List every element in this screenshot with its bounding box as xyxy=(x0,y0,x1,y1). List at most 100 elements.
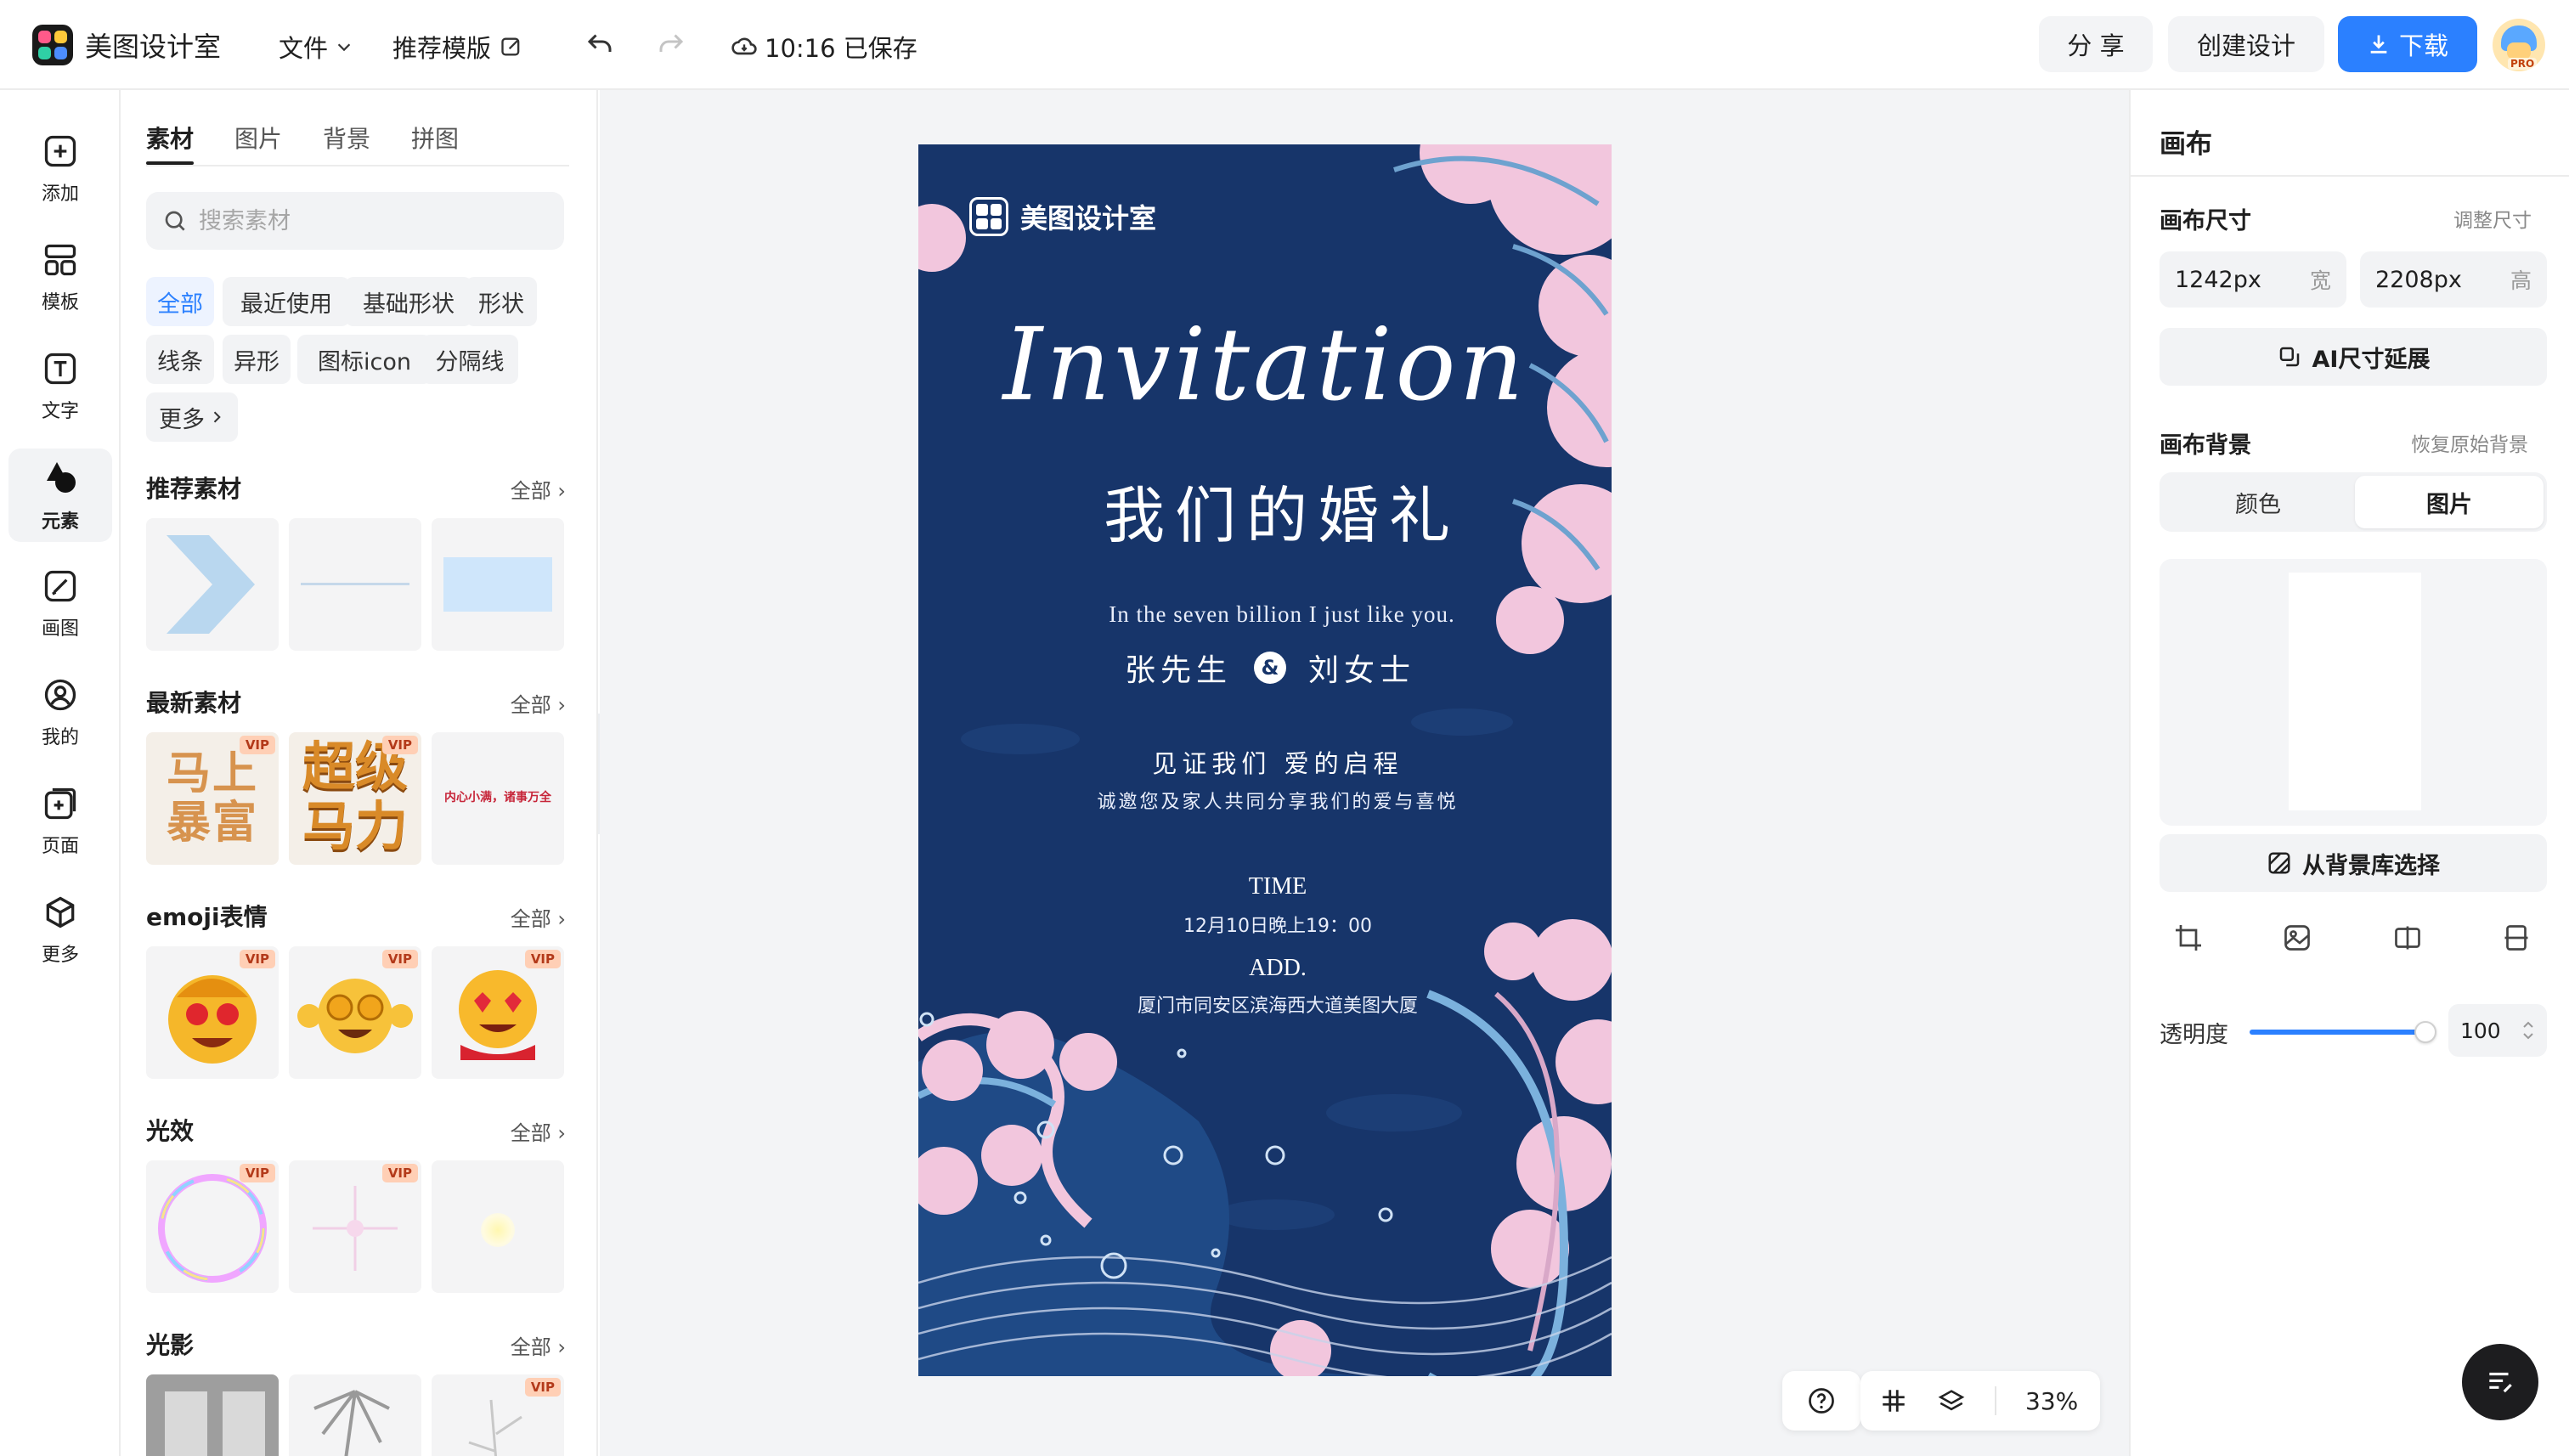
poster-headline[interactable]: 我们的婚礼 xyxy=(918,466,1612,555)
segment-image[interactable]: 图片 xyxy=(2355,476,2544,528)
more-label: 全部 xyxy=(510,1335,551,1359)
asset-thumb-emoji-love[interactable]: VIP xyxy=(432,946,564,1079)
chip-recent[interactable]: 最近使用 xyxy=(223,277,350,326)
ai-assistant-button[interactable] xyxy=(2462,1344,2538,1420)
vip-badge: VIP xyxy=(239,950,275,968)
grid-icon[interactable] xyxy=(1879,1386,1908,1415)
resize-link[interactable]: 调整尺寸 xyxy=(2453,204,2532,233)
asset-thumb-sparkle[interactable]: VIP xyxy=(289,1160,421,1293)
height-field[interactable]: 2208px 高 xyxy=(2360,251,2547,308)
asset-thumb-super[interactable]: 超级马力 VIP xyxy=(289,732,421,865)
asset-thumb-window-shadow[interactable] xyxy=(146,1374,279,1456)
section-more-newest[interactable]: 全部 › xyxy=(511,688,566,718)
asset-thumb-leaf-shadow[interactable] xyxy=(289,1374,421,1456)
flip-horizontal-icon[interactable] xyxy=(2392,923,2423,953)
image-adjust-icon[interactable] xyxy=(2282,923,2312,953)
tab-backgrounds[interactable]: 背景 xyxy=(323,121,370,155)
restore-bg-link[interactable]: 恢复原始背景 xyxy=(2411,428,2528,457)
menu-file-label: 文件 xyxy=(279,34,329,63)
asset-thumb-slogan[interactable]: 内心小满，诸事万全 xyxy=(432,732,564,865)
poster-names[interactable]: 张先生 & 刘女士 xyxy=(918,646,1612,690)
segment-color[interactable]: 颜色 xyxy=(2163,476,2353,528)
tab-materials[interactable]: 素材 xyxy=(146,121,194,155)
tab-images[interactable]: 图片 xyxy=(234,121,282,155)
chip-icons[interactable]: 图标icon xyxy=(297,335,432,384)
poster-witness[interactable]: 见证我们 爱的启程 xyxy=(918,744,1612,780)
zoom-level[interactable]: 33% xyxy=(2025,1387,2078,1415)
asset-thumb-chevron[interactable] xyxy=(146,518,279,651)
poster-time-value[interactable]: 12月10日晚上19：00 xyxy=(918,911,1612,938)
poster-time-label[interactable]: TIME xyxy=(918,873,1612,900)
nav-text[interactable]: 文字 xyxy=(8,340,112,433)
properties-panel: 画布 画布尺寸 调整尺寸 1242px 宽 2208px 高 AI尺寸延展 画布… xyxy=(2129,90,2569,1456)
section-more-light-effects[interactable]: 全部 › xyxy=(511,1116,566,1146)
nav-elements[interactable]: 元素 xyxy=(8,449,112,542)
search-input[interactable] xyxy=(199,207,539,234)
bg-preview-image xyxy=(2289,573,2421,810)
menu-recommend-template[interactable]: 推荐模版 xyxy=(392,29,523,65)
poster-address-label[interactable]: ADD. xyxy=(918,955,1612,982)
save-status: 10:16 已保存 xyxy=(731,29,918,65)
download-button[interactable]: 下载 xyxy=(2338,16,2477,72)
undo-button[interactable] xyxy=(584,29,615,59)
poster-tagline[interactable]: In the seven billion I just like you. xyxy=(918,601,1612,628)
asset-thumb-emoji-money[interactable]: VIP xyxy=(146,946,279,1079)
section-title-light-shadow: 光影 xyxy=(146,1331,195,1359)
tab-collage[interactable]: 拼图 xyxy=(411,121,459,155)
canvas-toolbar: 33% xyxy=(1860,1371,2100,1431)
nav-more[interactable]: 更多 xyxy=(8,883,112,977)
cube-icon xyxy=(46,896,75,928)
poster-canvas[interactable]: 美图设计室 Invitation 我们的婚礼 In the seven bill… xyxy=(918,144,1612,1376)
chip-dividers[interactable]: 分隔线 xyxy=(421,335,518,384)
section-more-emoji[interactable]: 全部 › xyxy=(511,902,566,932)
crop-icon[interactable] xyxy=(2173,923,2204,953)
poster-address-value[interactable]: 厦门市同安区滨海西大道美图大厦 xyxy=(918,990,1612,1018)
chip-irregular[interactable]: 异形 xyxy=(223,335,291,384)
list-edit-icon xyxy=(2489,1372,2512,1393)
ai-extend-button[interactable]: AI尺寸延展 xyxy=(2160,328,2547,386)
asset-thumb-rich[interactable]: 马上暴富 VIP xyxy=(146,732,279,865)
poster-brand[interactable]: 美图设计室 xyxy=(969,197,1156,236)
layers-icon[interactable] xyxy=(1937,1386,1966,1415)
asset-thumb-rectangle[interactable] xyxy=(432,518,564,651)
asset-thumb-bubble[interactable]: VIP xyxy=(146,1160,279,1293)
help-button[interactable] xyxy=(1782,1371,1860,1431)
poster-script-title[interactable]: Invitation xyxy=(918,306,1612,423)
nav-mine[interactable]: 我的 xyxy=(8,666,112,759)
nav-draw-label: 画图 xyxy=(41,618,79,640)
asset-thumb-glow[interactable] xyxy=(432,1160,564,1293)
section-more-recommended[interactable]: 全部 › xyxy=(511,474,566,504)
section-more-light-shadow[interactable]: 全部 › xyxy=(511,1330,566,1360)
stepper-icon[interactable] xyxy=(2521,1019,2535,1041)
opacity-input[interactable]: 100 xyxy=(2448,1004,2547,1057)
menu-file[interactable]: 文件 xyxy=(279,29,353,65)
chip-basic-shapes[interactable]: 基础形状 xyxy=(345,277,472,326)
width-field[interactable]: 1242px 宽 xyxy=(2160,251,2346,308)
redo-button[interactable] xyxy=(656,29,686,59)
download-icon xyxy=(2370,35,2387,54)
chip-all[interactable]: 全部 xyxy=(146,277,214,326)
bg-library-button[interactable]: 从背景库选择 xyxy=(2160,834,2547,892)
nav-add[interactable]: 添加 xyxy=(8,122,112,216)
app-name: 美图设计室 xyxy=(85,31,222,63)
share-button[interactable]: 分 享 xyxy=(2039,16,2153,72)
opacity-slider-track[interactable] xyxy=(2250,1021,2436,1043)
app-logo[interactable]: 美图设计室 xyxy=(32,25,221,65)
bg-preview[interactable] xyxy=(2160,559,2547,826)
opacity-slider-handle[interactable] xyxy=(2414,1021,2436,1043)
nav-draw[interactable]: 画图 xyxy=(8,557,112,651)
chip-more[interactable]: 更多 xyxy=(146,392,238,442)
chip-shapes[interactable]: 形状 xyxy=(466,277,537,326)
nav-page[interactable]: 页面 xyxy=(8,775,112,868)
asset-thumb-line[interactable] xyxy=(289,518,421,651)
create-design-button[interactable]: 创建设计 xyxy=(2168,16,2324,72)
flip-vertical-icon[interactable] xyxy=(2501,923,2532,953)
avatar[interactable]: PRO xyxy=(2493,19,2545,71)
poster-invite[interactable]: 诚邀您及家人共同分享我们的爱与喜悦 xyxy=(918,787,1612,814)
text-icon xyxy=(44,353,76,385)
chip-lines[interactable]: 线条 xyxy=(146,335,214,384)
asset-thumb-emoji-coins[interactable]: VIP xyxy=(289,946,421,1079)
asset-thumb-branch-shadow[interactable]: VIP xyxy=(432,1374,564,1456)
nav-template[interactable]: 模板 xyxy=(8,231,112,324)
search-box[interactable] xyxy=(146,192,564,250)
